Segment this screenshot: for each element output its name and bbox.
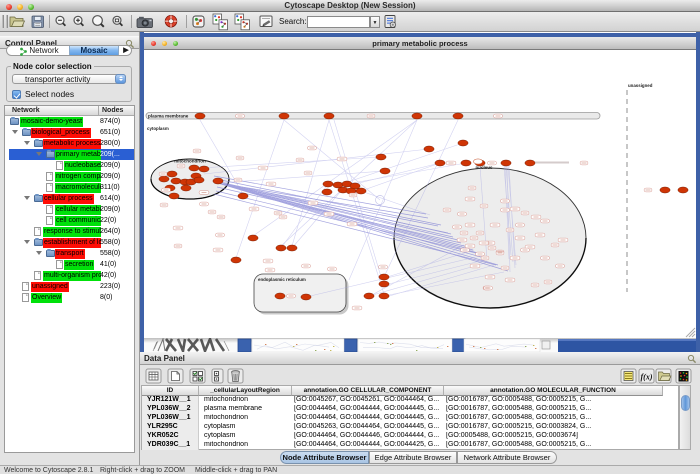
svg-text:cytoplasm: cytoplasm bbox=[147, 126, 169, 131]
svg-text:plasma membrane: plasma membrane bbox=[148, 114, 189, 119]
svg-text:unassigned: unassigned bbox=[628, 83, 653, 88]
svg-text:mitochondrion: mitochondrion bbox=[174, 159, 206, 164]
svg-text:endoplasmic reticulum: endoplasmic reticulum bbox=[258, 277, 306, 282]
svg-text:f(x): f(x) bbox=[641, 373, 653, 382]
